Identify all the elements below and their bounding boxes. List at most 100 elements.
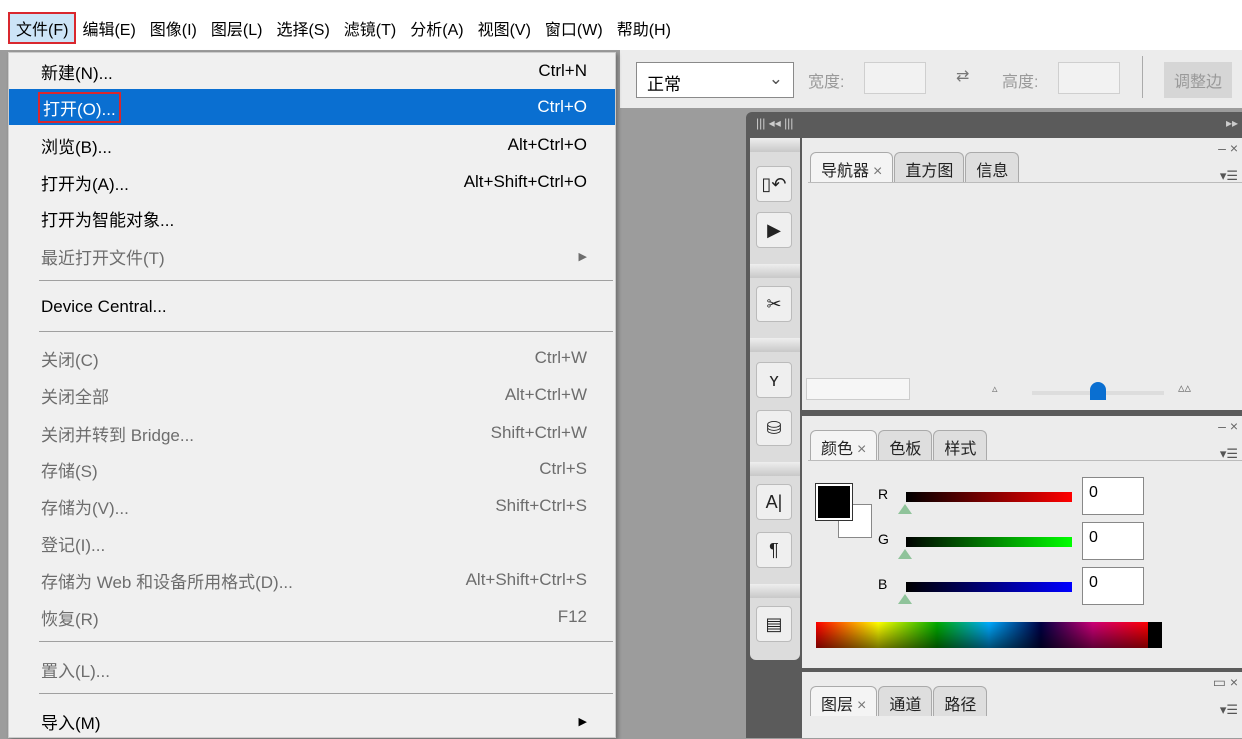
channel-slider[interactable] [906, 492, 1072, 502]
menu-item-shortcut: F12 [557, 607, 587, 626]
divider [1142, 56, 1143, 98]
expand-icon[interactable]: ▸▸ [1226, 116, 1238, 130]
menu-item[interactable]: 关闭并转到 Bridge... Shift+Ctrl+W [9, 415, 615, 451]
menu-item-label: 存储为 Web 和设备所用格式(D)... [41, 572, 293, 592]
paragraph-icon[interactable]: ¶ [756, 532, 792, 568]
tab-color[interactable]: 颜色 × [810, 430, 878, 460]
tab-layers[interactable]: 图层 × [810, 686, 878, 716]
menu-item[interactable]: 打开为(A)... Alt+Shift+Ctrl+O [9, 164, 615, 200]
menu-9[interactable]: 帮助(H) [611, 14, 677, 42]
height-input[interactable] [1058, 62, 1120, 94]
zoom-slider-thumb[interactable] [1090, 382, 1106, 400]
channel-value-input[interactable]: 0 [1082, 522, 1144, 560]
channel-slider[interactable] [906, 582, 1072, 592]
channel-value-input[interactable]: 0 [1082, 477, 1144, 515]
menu-item[interactable]: 打开为智能对象... [9, 200, 615, 236]
channel-slider-thumb[interactable] [898, 504, 912, 514]
menu-item-shortcut: Shift+Ctrl+S [495, 496, 587, 515]
close-icon: × [873, 163, 883, 180]
tab-histogram[interactable]: 直方图 [894, 152, 965, 182]
menu-4[interactable]: 选择(S) [270, 14, 335, 42]
tool-strip: ▯↶ ▶ ✂ ʏ ⛁ A| ¶ ▤ [750, 138, 800, 660]
menu-item-label: 新建(N)... [41, 63, 113, 83]
close-icon: × [857, 697, 867, 714]
tab-swatches[interactable]: 色板 [878, 430, 933, 460]
menu-1[interactable]: 编辑(E) [76, 14, 141, 42]
menu-item[interactable]: 置入(L)... [9, 651, 615, 687]
maximize-close-icon[interactable]: ▭ × [1213, 674, 1238, 691]
menu-separator [39, 331, 613, 332]
menu-item[interactable]: 关闭(C) Ctrl+W [9, 340, 615, 376]
channel-slider-thumb[interactable] [898, 594, 912, 604]
brushes-icon[interactable]: ʏ [756, 362, 792, 398]
menu-item-shortcut: Ctrl+W [534, 348, 587, 367]
menu-item-shortcut: Alt+Shift+Ctrl+S [465, 570, 587, 589]
menu-item-shortcut: Ctrl+N [538, 61, 587, 80]
clone-source-icon[interactable]: ⛁ [756, 410, 792, 446]
navigator-panel: 导航器 × 直方图 信息 – × ▾☰ ▵ ▵▵ [802, 138, 1242, 410]
channel-slider[interactable] [906, 537, 1072, 547]
menu-item[interactable]: 存储(S) Ctrl+S [9, 451, 615, 487]
minimize-close-icon[interactable]: – × [1218, 140, 1238, 156]
tab-navigator[interactable]: 导航器 × [810, 152, 894, 182]
options-bar: 正常 ⌄ 宽度: ⇄ 高度: 调整边 [620, 50, 1242, 108]
menu-item-label: 最近打开文件(T) [41, 248, 165, 268]
menu-item[interactable]: 导入(M) ▶ [9, 703, 615, 739]
menu-item-label: 关闭(C) [41, 350, 99, 370]
foreground-color-swatch[interactable] [815, 483, 853, 521]
layers-panel: 图层 × 通道 路径 ▭ × ▾☰ [802, 672, 1242, 738]
menu-0[interactable]: 文件(F) [7, 12, 77, 44]
tab-styles[interactable]: 样式 [933, 430, 988, 460]
menu-item[interactable]: 关闭全部 Alt+Ctrl+W [9, 377, 615, 413]
mode-select[interactable]: 正常 ⌄ [636, 62, 794, 98]
menu-item[interactable]: 打开(O)... Ctrl+O [9, 89, 615, 125]
menu-item-label: Device Central... [41, 297, 167, 316]
menu-separator [39, 641, 613, 642]
width-input[interactable] [864, 62, 926, 94]
swap-arrows-icon[interactable]: ⇄ [956, 66, 969, 86]
zoom-out-icon[interactable]: ▵ [992, 382, 998, 395]
channel-label: G [878, 531, 889, 547]
zoom-input[interactable] [806, 378, 910, 400]
menu-6[interactable]: 分析(A) [404, 14, 469, 42]
menu-item[interactable]: 浏览(B)... Alt+Ctrl+O [9, 127, 615, 163]
history-icon[interactable]: ▯↶ [756, 166, 792, 202]
collapse-icon[interactable]: ||| ◂◂ ||| [756, 116, 793, 130]
color-panel: 颜色 × 色板 样式 – × ▾☰ R 0G 0B 0 [802, 416, 1242, 668]
menu-item-shortcut: Alt+Ctrl+W [504, 385, 587, 404]
layer-comps-icon[interactable]: ▤ [756, 606, 792, 642]
menu-5[interactable]: 滤镜(T) [338, 14, 402, 42]
mode-value: 正常 [647, 75, 681, 94]
menu-item-label: 关闭并转到 Bridge... [41, 425, 195, 445]
menu-2[interactable]: 图像(I) [144, 14, 203, 42]
menu-item[interactable]: 恢复(R) F12 [9, 599, 615, 635]
menu-item[interactable]: 新建(N)... Ctrl+N [9, 53, 615, 89]
menu-item-label: 登记(I)... [41, 535, 106, 555]
panel-menu-icon[interactable]: ▾☰ [1220, 702, 1238, 718]
menu-item-label: 置入(L)... [41, 661, 110, 681]
actions-play-icon[interactable]: ▶ [756, 212, 792, 248]
menu-item[interactable]: 登记(I)... [9, 525, 615, 561]
menu-item-shortcut: Ctrl+S [539, 459, 587, 478]
menu-item[interactable]: 存储为(V)... Shift+Ctrl+S [9, 488, 615, 524]
zoom-in-icon[interactable]: ▵▵ [1178, 380, 1191, 396]
refine-edge-button[interactable]: 调整边 [1164, 62, 1233, 98]
menu-item[interactable]: 存储为 Web 和设备所用格式(D)... Alt+Shift+Ctrl+S [9, 562, 615, 598]
menu-item[interactable]: 最近打开文件(T) ▶ [9, 238, 615, 274]
menu-item[interactable]: Device Central... [9, 289, 615, 325]
menu-separator [39, 280, 613, 281]
channel-slider-thumb[interactable] [898, 549, 912, 559]
menu-3[interactable]: 图层(L) [205, 14, 269, 42]
tab-info[interactable]: 信息 [965, 152, 1020, 182]
submenu-arrow-icon: ▶ [578, 250, 587, 263]
tab-paths[interactable]: 路径 [933, 686, 988, 716]
tab-channels[interactable]: 通道 [878, 686, 933, 716]
channel-value-input[interactable]: 0 [1082, 567, 1144, 605]
minimize-close-icon[interactable]: – × [1218, 418, 1238, 434]
character-icon[interactable]: A| [756, 484, 792, 520]
color-ramp[interactable] [816, 622, 1162, 648]
menu-item-label: 打开为(A)... [41, 174, 129, 194]
menu-8[interactable]: 窗口(W) [539, 14, 609, 42]
tool-presets-icon[interactable]: ✂ [756, 286, 792, 322]
menu-7[interactable]: 视图(V) [472, 14, 537, 42]
